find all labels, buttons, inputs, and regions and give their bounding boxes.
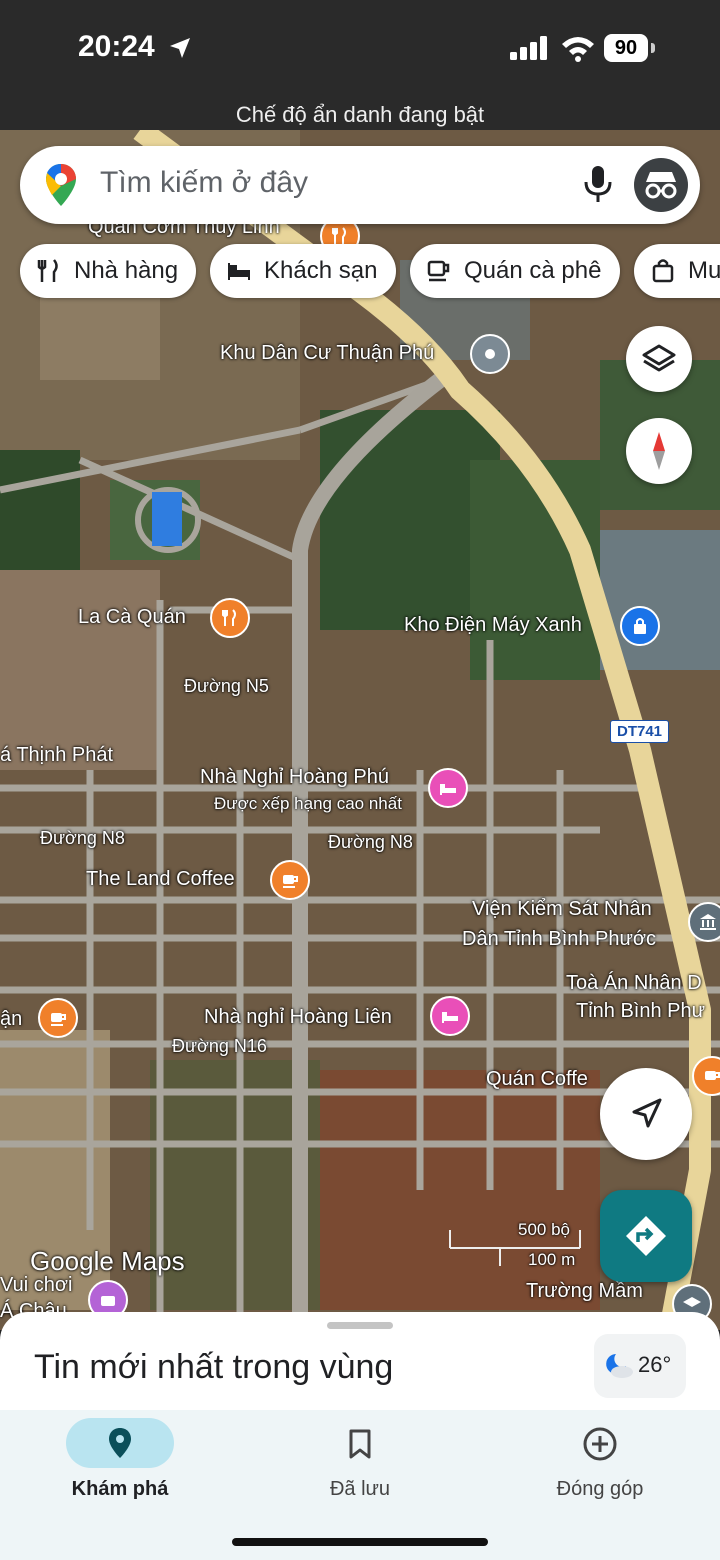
google-maps-pin-icon	[46, 164, 76, 206]
map-label: The Land Coffee	[86, 868, 235, 890]
directions-button[interactable]	[600, 1190, 692, 1282]
chip-coffee[interactable]: Quán cà phê	[410, 244, 620, 298]
map-label: Nhà nghỉ Hoàng Liên	[204, 1006, 392, 1028]
my-location-button[interactable]	[600, 1068, 692, 1160]
nav-contribute[interactable]: Đóng góp	[480, 1410, 720, 1520]
shopping-bag-icon	[652, 259, 674, 283]
map-label: Đường N8	[40, 828, 125, 848]
compass-button[interactable]	[626, 418, 692, 484]
government-pin-icon[interactable]	[688, 902, 720, 942]
directions-icon	[626, 1216, 666, 1256]
location-arrow-icon	[170, 38, 190, 58]
sheet-drag-handle[interactable]	[327, 1322, 393, 1329]
chip-shopping[interactable]: Mu	[634, 244, 720, 298]
nav-label: Khám phá	[71, 1478, 169, 1500]
bottom-sheet[interactable]: Tin mới nhất trong vùng 26° Khám phá Đã …	[0, 1312, 720, 1560]
status-bar: 20:24 90 Chế độ ẩn danh đang bật	[0, 0, 720, 130]
nav-label: Đã lưu	[329, 1478, 391, 1500]
search-bar[interactable]: Tìm kiếm ở đây	[20, 146, 700, 224]
scale-label-feet: 500 bộ	[518, 1220, 570, 1239]
chip-restaurants[interactable]: Nhà hàng	[20, 244, 196, 298]
coffee-pin-icon[interactable]	[38, 998, 78, 1038]
hotel-pin-icon[interactable]	[430, 996, 470, 1036]
fork-knife-icon	[37, 259, 58, 282]
nav-label: Đóng góp	[556, 1478, 644, 1500]
layers-button[interactable]	[626, 326, 692, 392]
map-label: Tỉnh Bình Phư	[576, 1000, 706, 1022]
weather-temperature: 26°	[638, 1352, 672, 1377]
chip-label: Quán cà phê	[464, 257, 602, 284]
nav-saved[interactable]: Đã lưu	[240, 1410, 480, 1520]
bed-icon	[228, 263, 250, 280]
add-circle-icon	[583, 1427, 617, 1461]
chip-hotels[interactable]: Khách sạn	[210, 244, 396, 298]
layers-icon	[642, 344, 676, 372]
weather-moon-icon	[606, 1354, 633, 1378]
location-pin-icon[interactable]	[470, 334, 510, 374]
restaurant-pin-icon[interactable]	[210, 598, 250, 638]
microphone-icon[interactable]	[580, 164, 616, 204]
google-maps-watermark: Google Maps	[30, 1246, 185, 1276]
coffee-pin-icon[interactable]	[270, 860, 310, 900]
signal-icon	[510, 36, 547, 60]
chip-label: Khách sạn	[264, 257, 378, 284]
coffee-cup-icon	[427, 260, 450, 282]
map-label: á Thịnh Phát	[0, 744, 114, 766]
nav-explore[interactable]: Khám phá	[0, 1410, 240, 1520]
map-label: Đường N16	[172, 1036, 267, 1056]
map-label: Kho Điện Máy Xanh	[404, 614, 582, 636]
chip-label: Mu	[688, 257, 720, 284]
map-label: Đường N5	[184, 676, 269, 696]
category-chips: Nhà hàng Khách sạn Quán cà phê Mu	[20, 244, 720, 298]
hotel-pin-icon[interactable]	[428, 768, 468, 808]
map-label: Quán Coffe	[486, 1068, 588, 1090]
weather-badge[interactable]: 26°	[594, 1334, 686, 1398]
map-label: Vui chơi	[0, 1274, 73, 1296]
map-label: Trường Mầm	[526, 1280, 643, 1302]
map-label: Viện Kiểm Sát Nhân	[472, 898, 652, 920]
compass-icon	[653, 432, 665, 470]
shopping-pin-icon[interactable]	[620, 606, 660, 646]
battery-indicator: 90	[604, 34, 656, 62]
chip-label: Nhà hàng	[74, 257, 179, 284]
incognito-notice: Chế độ ẩn danh đang bật	[235, 102, 485, 127]
map-label: Toà Án Nhân D	[566, 972, 702, 994]
scale-label-meters: 100 m	[528, 1250, 576, 1269]
map-sublabel: Được xếp hạng cao nhất	[214, 794, 402, 813]
map-label: Nhà Nghỉ Hoàng Phú	[200, 766, 390, 788]
status-time: 20:24	[78, 30, 155, 63]
my-location-icon	[632, 1098, 662, 1128]
road-badge: DT741	[610, 720, 670, 743]
search-input[interactable]: Tìm kiếm ở đây	[100, 166, 308, 200]
map-label: La Cà Quán	[78, 606, 186, 628]
incognito-icon[interactable]	[634, 158, 688, 212]
bookmark-icon	[349, 1429, 371, 1459]
map-label: Dân Tỉnh Bình Phước	[462, 928, 657, 950]
home-indicator[interactable]	[232, 1538, 488, 1546]
explore-pin-icon	[109, 1428, 131, 1458]
sheet-title: Tin mới nhất trong vùng	[34, 1348, 394, 1386]
map-label: ận	[0, 1008, 23, 1030]
wifi-icon	[562, 37, 594, 62]
battery-level: 90	[604, 34, 648, 62]
map-label: Đường N8	[328, 832, 413, 852]
map-label: Khu Dân Cư Thuận Phú	[220, 342, 435, 364]
